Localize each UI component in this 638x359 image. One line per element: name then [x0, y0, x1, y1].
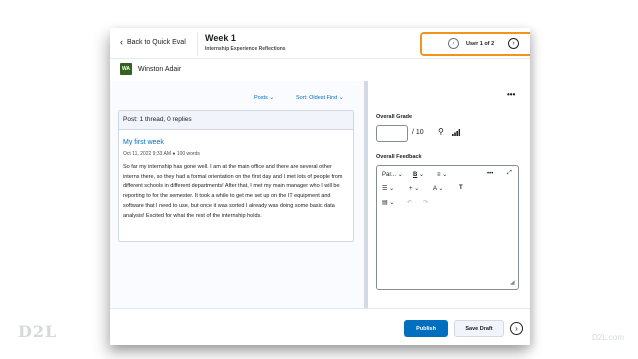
chevron-down-icon: ⌄ [438, 186, 444, 192]
list-icon: ☰ [382, 186, 388, 192]
evaluation-window: ‹ Back to Quick Eval Week 1 Internship E… [110, 28, 530, 345]
back-link-label: Back to Quick Eval [127, 39, 186, 46]
page-title: Week 1 [205, 33, 236, 43]
divider [197, 32, 198, 56]
chevron-down-icon: ⌄ [389, 186, 395, 192]
text-style-button[interactable]: A ⌄ [433, 185, 443, 192]
user-counter: User 1 of 2 [466, 41, 495, 47]
save-draft-button[interactable]: Save Draft [454, 320, 504, 337]
stats-icon[interactable] [452, 129, 460, 136]
next-user-button[interactable]: › [508, 38, 519, 49]
discussion-pane: Posts ⌄ Sort: Oldest First ⌄ Post: 1 thr… [110, 81, 364, 308]
chevron-down-icon: ⌄ [389, 200, 395, 206]
bold-label: B [413, 172, 418, 178]
chevron-down-icon: ⌄ [269, 95, 275, 101]
chevron-down-icon: ⌄ [442, 172, 448, 178]
chevron-left-icon: ‹ [120, 37, 123, 47]
grade-out-of: / 10 [412, 129, 424, 136]
align-icon: ≡ [437, 172, 441, 178]
paragraph-style-label: Par... [382, 172, 397, 178]
grade-label: Overall Grade [376, 114, 413, 120]
more-tools-button[interactable]: ••• [487, 171, 493, 177]
feedback-editor[interactable]: Par... ⌄ B ⌄ ≡ ⌄ ••• ⤢ ☰ ⌄ + ⌄ A ⌄ T ▤ ⌄… [376, 165, 519, 290]
footer-bar: Publish Save Draft › [110, 308, 530, 345]
rubric-pin-icon[interactable]: ⚲ [438, 127, 444, 136]
next-submission-button[interactable]: › [510, 322, 523, 335]
plus-icon: + [409, 186, 413, 192]
user-navigation: ‹ User 1 of 2 › [420, 32, 530, 56]
table-button[interactable]: ▤ ⌄ [382, 199, 394, 206]
d2l-logo: D2L [18, 322, 58, 341]
insert-button[interactable]: + ⌄ [409, 185, 419, 192]
thread-card: Post: 1 thread, 0 replies My first week … [118, 110, 354, 242]
back-to-quick-eval-link[interactable]: ‹ Back to Quick Eval [120, 37, 186, 47]
align-button[interactable]: ≡ ⌄ [437, 171, 447, 178]
chevron-down-icon: ⌄ [338, 95, 344, 101]
posts-filter-dropdown[interactable]: Posts ⌄ [254, 94, 274, 101]
expand-icon[interactable]: ⤢ [507, 170, 512, 177]
thread-summary: Post: 1 thread, 0 replies [123, 116, 192, 123]
chevron-down-icon: ⌄ [397, 172, 403, 178]
grade-input[interactable] [376, 125, 408, 142]
user-name: Winston Adair [138, 66, 182, 73]
chevron-down-icon: ⌄ [414, 186, 420, 192]
chevron-down-icon: ⌄ [419, 172, 425, 178]
resize-icon[interactable]: ◢ [510, 279, 515, 286]
page-subtitle: Internship Experience Reflections [205, 46, 286, 52]
top-bar: ‹ Back to Quick Eval Week 1 Internship E… [110, 28, 530, 59]
undo-button[interactable]: ↶ [407, 199, 412, 206]
bold-button[interactable]: B ⌄ [413, 171, 424, 178]
text-style-icon: A [433, 186, 437, 192]
post-title-link[interactable]: My first week [123, 139, 164, 146]
format-painter-button[interactable]: T [459, 185, 463, 191]
d2l-url: D2L.com [591, 333, 624, 342]
publish-button[interactable]: Publish [404, 320, 448, 337]
redo-button[interactable]: ↷ [423, 199, 428, 206]
post-meta: Oct 11, 2022 9:33 AM ● 100 words [123, 151, 200, 157]
more-icon[interactable]: ••• [507, 90, 515, 99]
previous-user-button[interactable]: ‹ [448, 38, 459, 49]
user-bar: WA Winston Adair [110, 58, 530, 82]
list-button[interactable]: ☰ ⌄ [382, 185, 394, 192]
post-body: So far my internship has gone well. I am… [123, 164, 343, 219]
thread-header: Post: 1 thread, 0 replies [119, 111, 353, 130]
feedback-label: Overall Feedback [376, 154, 422, 160]
avatar: WA [120, 63, 132, 75]
grading-pane: ••• Overall Grade / 10 ⚲ Overall Feedbac… [368, 81, 530, 308]
sort-dropdown[interactable]: Sort: Oldest First ⌄ [296, 94, 344, 101]
posts-filter-label: Posts [254, 95, 268, 101]
sort-label: Sort: Oldest First [296, 95, 338, 101]
table-icon: ▤ [382, 200, 388, 206]
paragraph-style-button[interactable]: Par... ⌄ [382, 171, 403, 178]
